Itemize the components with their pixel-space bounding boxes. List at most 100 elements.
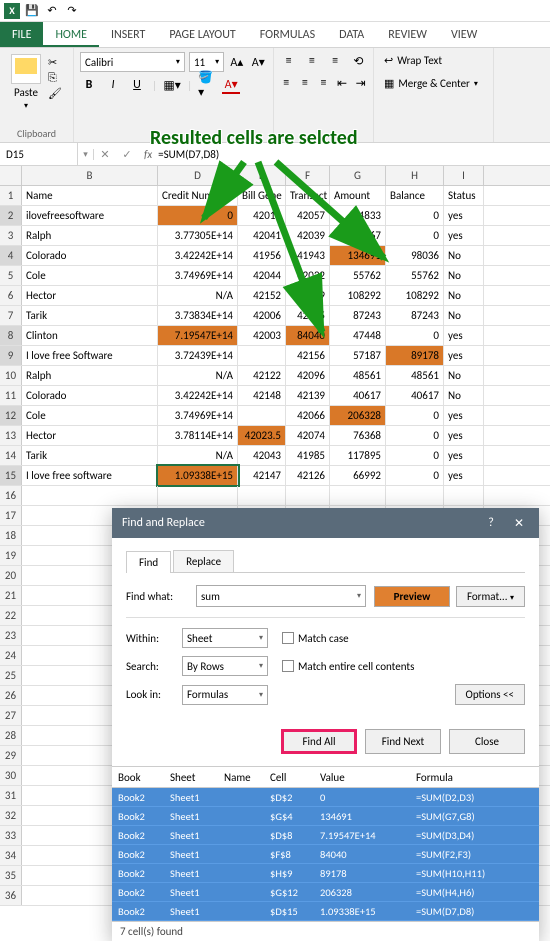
row-header[interactable]: 8 xyxy=(0,326,22,345)
indent-dec-icon[interactable]: ⇤ xyxy=(336,74,349,92)
cell[interactable]: yes xyxy=(444,226,484,245)
cell[interactable]: I love free Software xyxy=(22,346,158,365)
font-color-icon[interactable]: A▾ xyxy=(222,76,240,94)
result-row[interactable]: Book2Sheet1$G$12206328=SUM(H4,H6) xyxy=(112,883,539,902)
result-row[interactable]: Book2Sheet1$H$989178=SUM(H10,H11) xyxy=(112,864,539,883)
result-row[interactable]: Book2Sheet1$D$151.09338E+15=SUM(D7,D8) xyxy=(112,902,539,921)
indent-inc-icon[interactable]: ⇥ xyxy=(354,74,367,92)
cell[interactable]: 48561 xyxy=(330,366,386,385)
cell[interactable]: No xyxy=(444,306,484,325)
cell[interactable]: yes xyxy=(444,206,484,225)
preview-button[interactable]: Preview xyxy=(374,586,450,607)
cell[interactable]: N/A xyxy=(158,366,238,385)
within-select[interactable]: Sheet▾ xyxy=(182,628,268,648)
cell[interactable]: No xyxy=(444,366,484,385)
cell[interactable]: Ralph xyxy=(22,366,158,385)
match-case-checkbox[interactable]: Match case xyxy=(282,632,349,645)
cell[interactable]: 3.74969E+14 xyxy=(158,266,238,285)
row-header[interactable]: 32 xyxy=(0,806,22,825)
row-header[interactable]: 18 xyxy=(0,526,22,545)
help-icon[interactable]: ? xyxy=(481,516,501,531)
row-header[interactable]: 26 xyxy=(0,686,22,705)
cell[interactable] xyxy=(238,406,286,425)
cell[interactable]: 0 xyxy=(386,226,444,245)
result-row[interactable]: Book2Sheet1$G$4134691=SUM(G7,G8) xyxy=(112,807,539,826)
select-all-corner[interactable] xyxy=(0,166,22,185)
cell[interactable]: N/A xyxy=(158,446,238,465)
underline-button[interactable]: U xyxy=(128,76,146,94)
close-icon[interactable]: ✕ xyxy=(509,516,529,531)
undo-icon[interactable]: ↶ xyxy=(44,3,60,19)
cell[interactable]: 41985 xyxy=(286,446,330,465)
accept-formula-icon[interactable]: ✓ xyxy=(116,148,138,161)
row-header[interactable]: 36 xyxy=(0,886,22,905)
cut-icon[interactable]: ✂ xyxy=(48,56,62,69)
column-header[interactable]: B xyxy=(22,166,158,185)
column-header[interactable]: H xyxy=(386,166,444,185)
cell[interactable]: 1.09338E+15 xyxy=(158,466,238,485)
fill-color-icon[interactable]: 🪣▾ xyxy=(198,76,216,94)
row-header[interactable]: 7 xyxy=(0,306,22,325)
chevron-down-icon[interactable]: ▾ xyxy=(357,591,361,601)
column-header[interactable]: E xyxy=(238,166,286,185)
cell[interactable]: 42023.5 xyxy=(238,426,286,445)
row-header[interactable]: 16 xyxy=(0,486,22,505)
cell[interactable]: Tarik xyxy=(22,446,158,465)
cell[interactable]: yes xyxy=(444,466,484,485)
column-header[interactable]: G xyxy=(330,166,386,185)
row-header[interactable]: 28 xyxy=(0,726,22,745)
row-header[interactable]: 34 xyxy=(0,846,22,865)
cell[interactable]: 108292 xyxy=(386,286,444,305)
cell[interactable]: yes xyxy=(444,326,484,345)
cell[interactable]: No xyxy=(444,386,484,405)
row-header[interactable]: 19 xyxy=(0,546,22,565)
cancel-formula-icon[interactable]: ✕ xyxy=(94,148,116,161)
borders-icon[interactable]: ▦▾ xyxy=(163,76,181,94)
cell[interactable]: 42148 xyxy=(238,386,286,405)
cell[interactable]: Bill Gene xyxy=(238,186,286,205)
cell[interactable]: No xyxy=(444,246,484,265)
cell[interactable] xyxy=(238,346,286,365)
cell[interactable]: yes xyxy=(444,426,484,445)
row-header[interactable]: 17 xyxy=(0,506,22,525)
cell[interactable]: 206328 xyxy=(330,406,386,425)
fx-icon[interactable]: fx xyxy=(138,148,158,161)
grow-font-icon[interactable]: A▴ xyxy=(228,53,245,71)
cell[interactable]: 66992 xyxy=(330,466,386,485)
cell[interactable] xyxy=(22,486,158,505)
row-header[interactable]: 14 xyxy=(0,446,22,465)
cell[interactable]: 42147 xyxy=(238,466,286,485)
cell[interactable]: 42126 xyxy=(286,466,330,485)
paste-button[interactable]: Paste ▾ xyxy=(6,52,46,113)
cell[interactable]: 42074 xyxy=(286,426,330,445)
cell[interactable]: 55762 xyxy=(330,266,386,285)
cell[interactable]: Clinton xyxy=(22,326,158,345)
formula-input[interactable]: =SUM(D7,D8) xyxy=(158,148,219,161)
align-left-icon[interactable]: ≡ xyxy=(280,74,293,92)
row-header[interactable]: 21 xyxy=(0,586,22,605)
align-right-icon[interactable]: ≡ xyxy=(317,74,330,92)
row-header[interactable]: 20 xyxy=(0,566,22,585)
align-center-icon[interactable]: ≡ xyxy=(299,74,312,92)
cell[interactable]: ilovefreesoftware xyxy=(22,206,158,225)
cell[interactable]: 0 xyxy=(386,206,444,225)
cell[interactable]: 0 xyxy=(386,326,444,345)
row-header[interactable]: 15 xyxy=(0,466,22,485)
cell[interactable]: 42139 xyxy=(286,386,330,405)
cell[interactable]: 94833 xyxy=(330,206,386,225)
tab-replace[interactable]: Replace xyxy=(173,550,234,572)
row-header[interactable]: 33 xyxy=(0,826,22,845)
cell[interactable]: 40617 xyxy=(330,386,386,405)
cell[interactable]: Colorado xyxy=(22,246,158,265)
copy-icon[interactable]: ⎘ xyxy=(48,71,62,85)
cell[interactable]: 42149 xyxy=(286,286,330,305)
redo-icon[interactable]: ↷ xyxy=(64,3,80,19)
cell[interactable]: Ralph xyxy=(22,226,158,245)
row-header[interactable]: 35 xyxy=(0,866,22,885)
cell[interactable]: Cole xyxy=(22,406,158,425)
cell[interactable] xyxy=(238,486,286,505)
row-header[interactable]: 9 xyxy=(0,346,22,365)
tab-insert[interactable]: INSERT xyxy=(99,22,157,47)
cell[interactable]: 3.42242E+14 xyxy=(158,246,238,265)
format-painter-icon[interactable]: 🖌 xyxy=(48,87,62,100)
